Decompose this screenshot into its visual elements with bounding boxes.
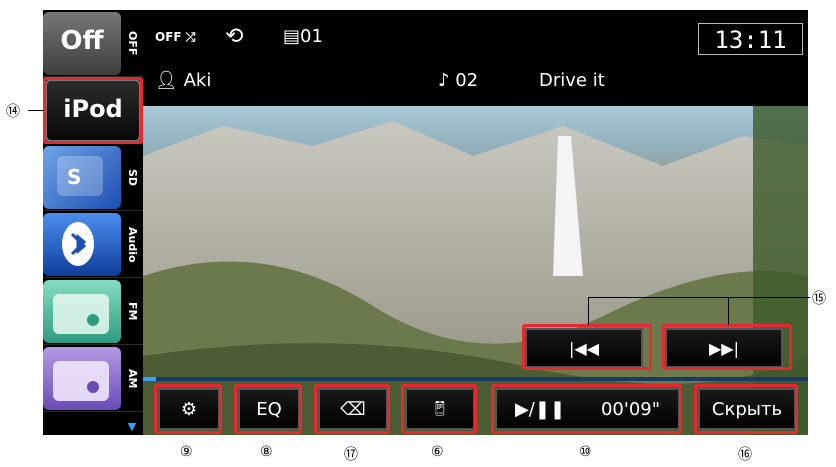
off-icon: Off [43,12,121,75]
sd-card-icon: S [43,146,121,209]
source-off[interactable]: Off OFF [43,10,143,77]
callout-line-skip-a [588,297,589,325]
music-note-icon: ♪ [438,70,450,91]
highlight-play [491,384,682,434]
callout-eq: ⑧ [260,444,273,460]
source-label-off: OFF [126,31,139,56]
source-label-audio: Audio [126,226,139,263]
highlight-ipod [43,77,143,144]
track-number: ♪ 02 [438,70,479,91]
head-unit-screen: Off OFF iPod S SD Audio FM AM ▼ OFF ⤮ ⟲ [43,10,808,435]
highlight-prev [522,324,652,370]
callout-hide: ⑯ [738,447,752,463]
source-fm[interactable]: FM [43,278,143,345]
shuffle-indicator[interactable]: OFF ⤮ [155,30,195,45]
person-icon: 👤︎ [155,70,178,91]
scroll-down-icon[interactable]: ▼ [123,420,141,433]
callout-play: ⑩ [579,444,592,460]
callout-line-skip-b [728,297,729,325]
radio-icon [43,347,121,410]
song-title: Drive it [539,70,605,91]
status-bar: OFF ⤮ ⟲ ▤01 13:11 👤︎ Aki ♪ 02 Drive it [143,10,808,106]
callout-back: ⑰ [344,447,358,463]
callout-skip: ⑮ [812,291,826,307]
progress-bar[interactable] [143,377,808,381]
highlight-eq [234,384,302,434]
callout-line-ipod [28,110,44,111]
progress-fill [143,377,157,381]
bluetooth-icon [43,213,121,276]
source-label-sd: SD [126,168,139,187]
highlight-next [662,324,792,370]
artist: 👤︎ Aki [155,70,212,91]
shuffle-icon: ⤮ [185,30,196,44]
highlight-settings [154,384,222,434]
callout-settings: ⑨ [180,444,193,460]
highlight-app [401,384,477,434]
svg-text:S: S [67,165,81,189]
highlight-hide [694,384,798,434]
source-bluetooth-audio[interactable]: Audio [43,211,143,278]
radio-icon [43,280,121,343]
callout-app: ⑥ [431,444,444,460]
repeat-icon[interactable]: ⟲ [225,24,243,49]
source-sd[interactable]: S SD [43,144,143,211]
callout-ipod: ⑭ [6,104,20,120]
video-frame-icon: ▤ [283,26,301,47]
source-label-fm: FM [126,302,139,321]
clock: 13:11 [698,23,803,55]
episode-indicator: ▤01 [283,26,323,47]
highlight-back [314,384,390,434]
callout-line-skip-c [588,297,810,298]
source-label-am: AM [126,368,139,389]
source-am[interactable]: AM [43,345,143,412]
